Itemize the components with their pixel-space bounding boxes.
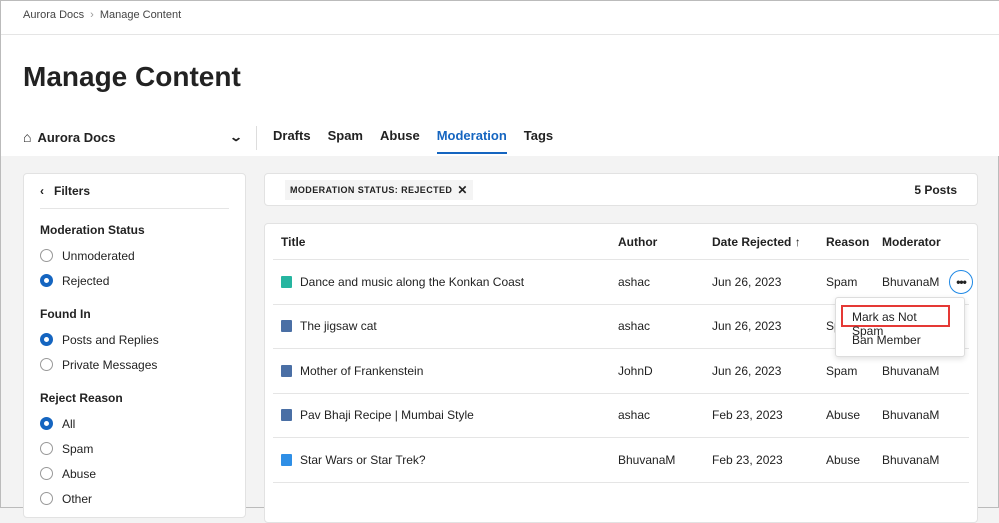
row-actions-menu: Mark as Not Spam Ban Member xyxy=(835,297,965,357)
table-row[interactable]: Star Wars or Star Trek? BhuvanaM Feb 23,… xyxy=(273,438,969,483)
active-filters-bar: MODERATION STATUS: REJECTED ✕ 5 Posts xyxy=(264,173,978,206)
community-selector[interactable]: ⌂ Aurora Docs ⌄ xyxy=(23,129,244,145)
posts-table: Title Author Date Rejected ↑ Reason Mode… xyxy=(264,223,978,523)
post-title-text: Pav Bhaji Recipe | Mumbai Style xyxy=(300,408,474,423)
tab-moderation[interactable]: Moderation xyxy=(436,128,507,154)
author[interactable]: ashac xyxy=(618,408,650,422)
filter-option[interactable]: Private Messages xyxy=(40,352,229,377)
filter-option[interactable]: All xyxy=(40,411,229,436)
post-title-text: The jigsaw cat xyxy=(300,319,377,334)
divider xyxy=(1,34,999,35)
forum-icon xyxy=(281,453,292,466)
filter-option[interactable]: Unmoderated xyxy=(40,243,229,268)
filters-header[interactable]: ‹ Filters xyxy=(40,184,229,209)
tab-tags[interactable]: Tags xyxy=(524,128,553,154)
date-rejected: Feb 23, 2023 xyxy=(712,452,783,467)
tab-spam[interactable]: Spam xyxy=(328,128,363,154)
blog-icon xyxy=(281,320,292,333)
table-row[interactable]: Pav Bhaji Recipe | Mumbai Style ashac Fe… xyxy=(273,394,969,438)
chevron-left-icon: ‹ xyxy=(40,184,44,198)
filter-option-label: Unmoderated xyxy=(62,248,135,263)
blog-icon xyxy=(281,409,292,422)
filter-chip-label: MODERATION STATUS: REJECTED xyxy=(290,184,453,195)
blog-icon xyxy=(281,364,292,377)
filter-option[interactable]: Spam xyxy=(40,436,229,461)
date-rejected: Feb 23, 2023 xyxy=(712,408,783,423)
radio-button[interactable] xyxy=(40,442,53,455)
tab-abuse[interactable]: Abuse xyxy=(380,128,420,154)
moderator[interactable]: BhuvanaM xyxy=(882,408,939,422)
page-title: Manage Content xyxy=(23,61,241,92)
menu-item-ban-member[interactable]: Ban Member xyxy=(852,333,921,347)
table-header: Title Author Date Rejected ↑ Reason Mode… xyxy=(273,224,969,260)
moderator[interactable]: BhuvanaM xyxy=(882,453,939,467)
col-reason[interactable]: Reason xyxy=(826,235,869,249)
filter-option-label: Private Messages xyxy=(62,357,158,372)
breadcrumb-current: Manage Content xyxy=(99,9,182,21)
breadcrumb-link[interactable]: Aurora Docs xyxy=(23,9,84,21)
filter-option-label: All xyxy=(62,416,76,431)
filter-group-title: Found In xyxy=(40,307,91,321)
filters-panel: ‹ Filters Moderation Status Unmoderated Rej… xyxy=(23,173,246,518)
col-author[interactable]: Author xyxy=(618,235,657,249)
post-title[interactable]: Pav Bhaji Recipe | Mumbai Style xyxy=(281,408,474,422)
date-rejected: Jun 26, 2023 xyxy=(712,363,782,378)
moderator[interactable]: BhuvanaM xyxy=(882,364,939,378)
home-icon: ⌂ xyxy=(23,129,32,145)
post-title-text: Star Wars or Star Trek? xyxy=(300,452,426,467)
community-label: Aurora Docs xyxy=(37,129,116,145)
filter-option[interactable]: Abuse xyxy=(40,461,229,486)
filter-group-title: Moderation Status xyxy=(40,223,145,237)
radio-button[interactable] xyxy=(40,467,53,480)
tab-bar: Drafts Spam Abuse Moderation Tags xyxy=(273,128,570,154)
reason: Abuse xyxy=(826,408,861,423)
radio-button[interactable] xyxy=(40,417,53,430)
date-rejected: Jun 26, 2023 xyxy=(712,274,782,289)
filter-option[interactable]: Rejected xyxy=(40,268,229,293)
post-title-text: Dance and music along the Konkan Coast xyxy=(300,274,525,289)
author[interactable]: ashac xyxy=(618,275,650,289)
post-title[interactable]: Mother of Frankenstein xyxy=(281,364,423,378)
date-rejected: Jun 26, 2023 xyxy=(712,319,782,334)
filter-group-title: Reject Reason xyxy=(40,391,123,405)
col-moderator[interactable]: Moderator xyxy=(882,235,941,249)
filter-option-label: Spam xyxy=(62,441,94,456)
post-title[interactable]: Dance and music along the Konkan Coast xyxy=(281,275,524,289)
radio-button[interactable] xyxy=(40,358,53,371)
author[interactable]: ashac xyxy=(618,319,650,333)
filter-option-label: Rejected xyxy=(62,273,110,288)
tab-drafts[interactable]: Drafts xyxy=(273,128,311,154)
author[interactable]: BhuvanaM xyxy=(618,453,675,467)
radio-button[interactable] xyxy=(40,249,53,262)
post-title-text: Mother of Frankenstein xyxy=(300,363,424,378)
radio-button[interactable] xyxy=(40,333,53,346)
breadcrumb: Aurora Docs › Manage Content xyxy=(23,9,181,21)
menu-item-mark-not-spam[interactable]: Mark as Not Spam xyxy=(841,305,950,338)
filter-option-label: Abuse xyxy=(62,466,97,481)
author[interactable]: JohnD xyxy=(618,364,653,378)
filters-title: Filters xyxy=(54,184,91,198)
post-count: 5 Posts xyxy=(914,182,957,197)
col-date-rejected[interactable]: Date Rejected ↑ xyxy=(712,235,801,249)
filter-chip: MODERATION STATUS: REJECTED ✕ xyxy=(285,179,473,200)
reason: Abuse xyxy=(826,452,861,467)
chevron-down-icon: ⌄ xyxy=(228,130,244,144)
filter-option-label: Posts and Replies xyxy=(62,332,159,347)
close-icon[interactable]: ✕ xyxy=(457,183,467,197)
filter-option[interactable]: Other xyxy=(40,486,229,511)
chevron-right-icon: › xyxy=(90,9,94,21)
reason: Spam xyxy=(826,363,858,378)
filter-option-label: Other xyxy=(62,491,93,506)
radio-button[interactable] xyxy=(40,492,53,505)
moderator[interactable]: BhuvanaM xyxy=(882,275,939,289)
radio-button[interactable] xyxy=(40,274,53,287)
post-title[interactable]: Star Wars or Star Trek? xyxy=(281,453,426,467)
reason: Spam xyxy=(826,274,858,289)
col-title[interactable]: Title xyxy=(281,235,305,249)
article-icon xyxy=(281,275,292,288)
divider xyxy=(256,126,257,150)
filter-option[interactable]: Posts and Replies xyxy=(40,327,229,352)
post-title[interactable]: The jigsaw cat xyxy=(281,319,377,333)
more-options-icon[interactable]: ••• xyxy=(949,269,973,294)
